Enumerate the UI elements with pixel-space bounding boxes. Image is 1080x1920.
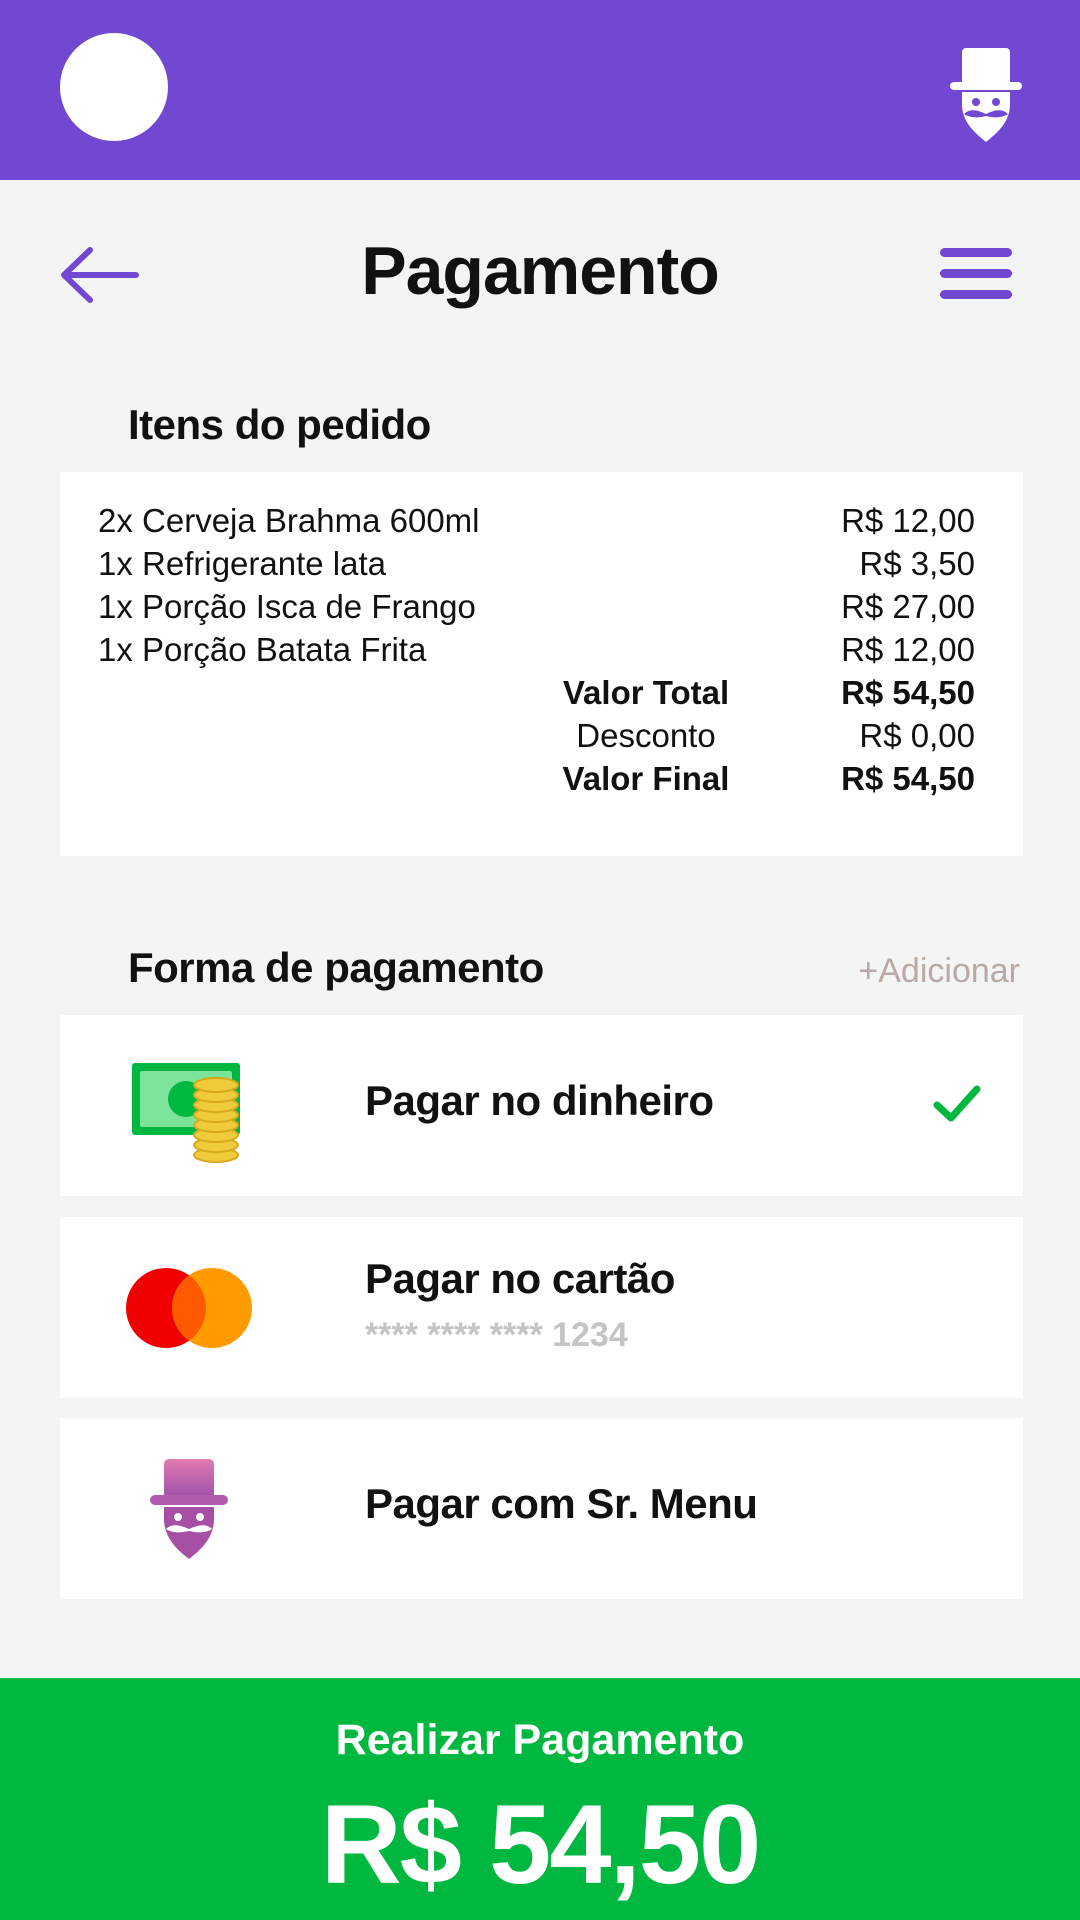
discount-row: Desconto R$ 0,00 [60,717,975,760]
item-name: 1x Porção Isca de Frango [98,588,476,625]
item-price: R$ 27,00 [841,588,975,625]
sr-menu-mascot-icon [950,48,1022,142]
top-bar [0,0,1080,180]
make-payment-label: Realizar Pagamento [335,1716,745,1764]
order-item-row: 1x Porção Isca de Frango R$ 27,00 [98,588,975,631]
order-items-title: Itens do pedido [128,401,431,448]
payment-option-sr-menu[interactable]: Pagar com Sr. Menu [60,1418,1023,1599]
payment-option-label: Pagar com Sr. Menu [365,1480,758,1527]
total-label: Valor Total [562,674,730,711]
payment-method-title: Forma de pagamento [128,944,544,991]
sr-menu-icon [150,1459,228,1559]
payment-option-label: Pagar no dinheiro [365,1077,714,1124]
total-row: Valor Total R$ 54,50 [60,674,975,717]
item-name: 1x Porção Batata Frita [98,631,427,668]
payment-amount: R$ 54,50 [320,1782,762,1907]
final-total-row: Valor Final R$ 54,50 [60,760,975,803]
payment-option-cash[interactable]: Pagar no dinheiro [60,1015,1023,1196]
item-name: 1x Refrigerante lata [98,545,386,582]
order-item-row: 2x Cerveja Brahma 600ml R$ 12,00 [98,502,975,545]
discount-value: R$ 0,00 [859,717,975,754]
discount-label: Desconto [576,717,716,754]
item-price: R$ 12,00 [841,631,975,668]
avatar-icon[interactable] [60,33,168,141]
page-title: Pagamento [361,233,720,309]
payment-option-card[interactable]: Pagar no cartão **** **** **** 1234 [60,1217,1023,1398]
make-payment-button[interactable]: Realizar Pagamento R$ 54,50 [0,1678,1080,1920]
item-name: 2x Cerveja Brahma 600ml [98,502,480,539]
final-total-value: R$ 54,50 [841,760,975,797]
total-value: R$ 54,50 [841,674,975,711]
order-item-row: 1x Porção Batata Frita R$ 12,00 [98,631,975,674]
order-item-row: 1x Refrigerante lata R$ 3,50 [98,545,975,588]
mastercard-icon [126,1268,252,1348]
item-price: R$ 12,00 [841,502,975,539]
payment-option-label: Pagar no cartão [365,1255,675,1302]
card-number: **** **** **** 1234 [365,1316,628,1354]
cash-icon [132,1063,240,1163]
final-total-label: Valor Final [562,760,730,797]
item-price: R$ 3,50 [859,545,975,582]
order-summary-card: 2x Cerveja Brahma 600ml R$ 12,00 1x Refr… [60,472,1023,856]
hamburger-menu-icon[interactable] [940,248,1012,300]
add-payment-method-link[interactable]: +Adicionar [858,952,1020,991]
checkmark-icon [933,1085,981,1122]
